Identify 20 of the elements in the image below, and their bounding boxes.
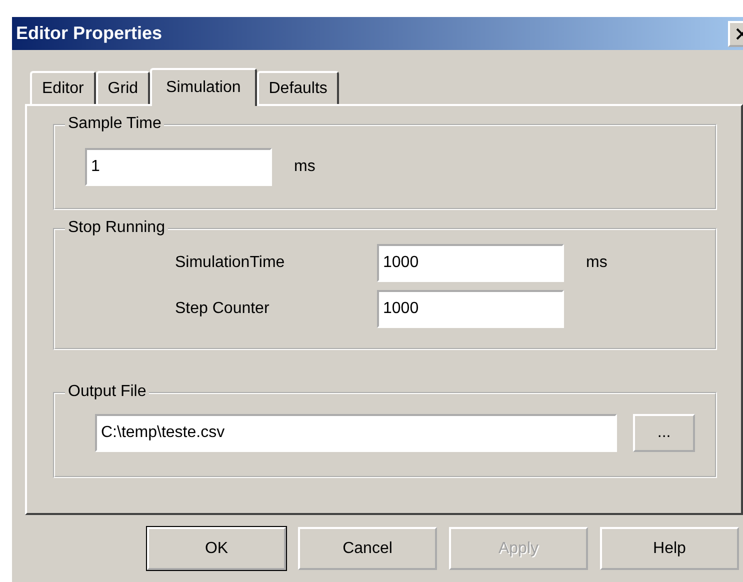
dialog-button[interactable]: Cancel bbox=[298, 527, 437, 570]
tab[interactable]: Simulation bbox=[150, 68, 257, 106]
field-label: Step Counter bbox=[175, 300, 270, 318]
input-field[interactable]: 1000 bbox=[377, 244, 564, 282]
input-field[interactable]: 1000 bbox=[377, 290, 564, 328]
tab[interactable]: Grid bbox=[96, 71, 150, 104]
tab[interactable]: Defaults bbox=[256, 71, 340, 104]
field-label: SimulationTime bbox=[175, 254, 286, 272]
unit-label: ms bbox=[586, 254, 608, 272]
group-title: Stop Running bbox=[65, 219, 168, 237]
file-path-field[interactable]: C:\temp\teste.csv bbox=[95, 414, 618, 452]
tab[interactable]: Editor bbox=[30, 71, 96, 104]
dialog-button[interactable]: OK bbox=[147, 527, 286, 570]
window-title: Editor Properties bbox=[16, 23, 162, 44]
group-title: Sample Time bbox=[65, 115, 164, 133]
unit-label: ms bbox=[294, 158, 316, 176]
dialog-button[interactable]: Help bbox=[600, 527, 739, 570]
group-title: Output File bbox=[65, 383, 150, 401]
browse-button[interactable]: ... bbox=[633, 414, 695, 452]
input-field[interactable]: 1 bbox=[85, 148, 272, 186]
